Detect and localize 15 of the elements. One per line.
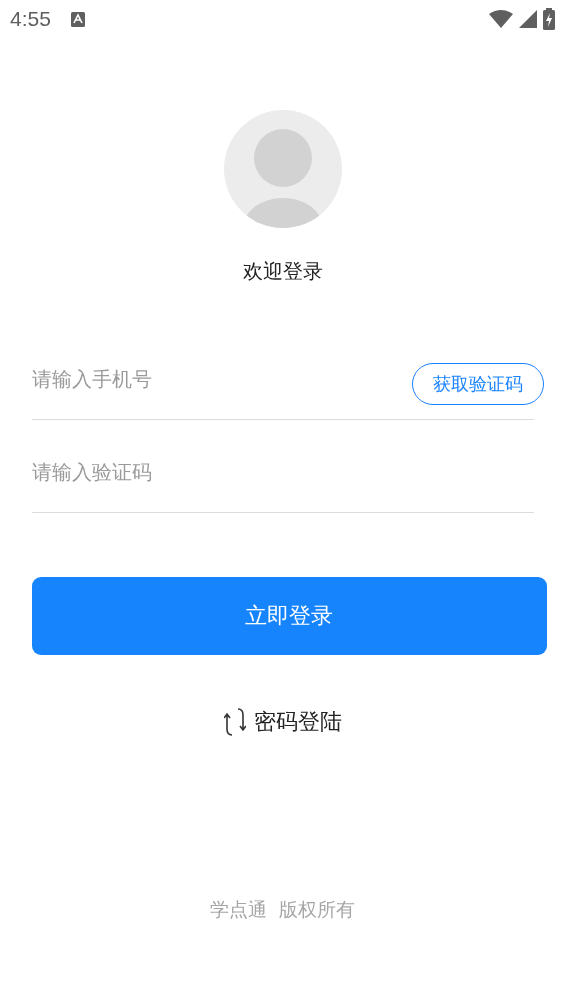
code-field[interactable]: 请输入验证码 — [31, 460, 534, 484]
signal-icon — [519, 10, 537, 28]
swap-icon — [223, 707, 246, 737]
notification-icon — [70, 11, 85, 27]
wifi-icon — [489, 10, 513, 28]
copyright-text: 版权所有 — [279, 897, 355, 922]
phone-field[interactable]: 请输入手机号 — [31, 367, 412, 391]
get-code-button[interactable]: 获取验证码 — [411, 363, 544, 405]
password-login-link[interactable]: 密码登陆 — [223, 707, 342, 737]
battery-icon — [543, 8, 555, 30]
welcome-title: 欢迎登录 — [242, 258, 323, 285]
login-button[interactable]: 立即登录 — [31, 577, 547, 655]
avatar-icon — [223, 110, 342, 228]
copyright-text: 学点通 — [210, 897, 267, 922]
status-time: 4:55 — [10, 7, 51, 31]
